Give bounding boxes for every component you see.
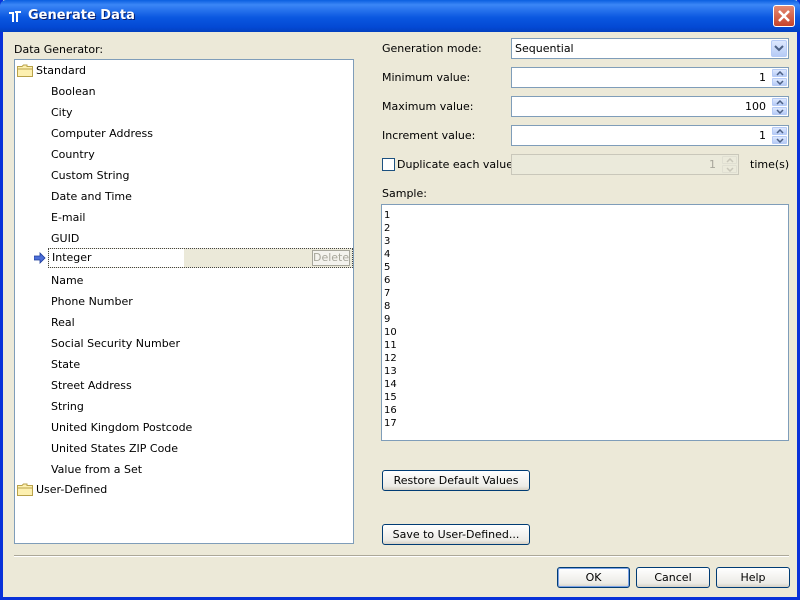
tree-item[interactable]: Phone Number [51, 291, 133, 312]
sample-line: 1 [384, 210, 391, 221]
arrow-down-icon [726, 167, 734, 172]
spin-down-button[interactable] [772, 136, 787, 144]
tree-item[interactable]: Date and Time [51, 186, 132, 207]
times-label: time(s) [750, 158, 790, 171]
cancel-button[interactable]: Cancel [636, 567, 710, 588]
sample-line: 14 [384, 379, 397, 390]
folder-standard-label: Standard [36, 64, 87, 77]
tree-item[interactable]: GUID [51, 228, 79, 249]
minimum-value-input[interactable]: 1 [511, 67, 789, 88]
tree-item[interactable]: State [51, 354, 80, 375]
spin-down-button [722, 165, 737, 173]
app-icon [9, 11, 21, 22]
title-bar[interactable]: Generate Data [0, 0, 800, 32]
maximum-value: 100 [745, 100, 766, 113]
duplicate-count-value: 1 [709, 158, 716, 171]
spin-down-button[interactable] [772, 78, 787, 86]
ok-button[interactable]: OK [557, 567, 630, 588]
minimum-value: 1 [759, 71, 766, 84]
sample-line: 3 [384, 236, 391, 247]
duplicate-count-input: 1 [511, 154, 739, 175]
tree-item[interactable]: E-mail [51, 207, 86, 228]
tree-item[interactable]: Boolean [51, 81, 96, 102]
arrow-down-icon [776, 109, 784, 114]
sample-output[interactable]: 1 2 3 4 5 6 7 8 9 10 11 12 13 14 15 16 17 [381, 204, 789, 441]
window-title: Generate Data [28, 8, 135, 23]
data-generator-label: Data Generator: [14, 43, 104, 56]
tree-item[interactable]: City [51, 102, 73, 123]
sample-line: 4 [384, 249, 391, 260]
duplicate-each-value-checkbox[interactable] [382, 158, 395, 171]
save-to-user-defined-button[interactable]: Save to User-Defined... [382, 524, 530, 545]
sample-line: 5 [384, 262, 391, 273]
arrow-up-icon [776, 71, 784, 76]
increment-value-input[interactable]: 1 [511, 125, 789, 146]
sample-label: Sample: [382, 187, 427, 200]
sample-line: 17 [384, 418, 397, 429]
sample-line: 16 [384, 405, 397, 416]
tree-item-label: Integer [52, 251, 92, 264]
folder-user-defined-label: User-Defined [36, 483, 108, 496]
tree-item[interactable]: Country [51, 144, 95, 165]
separator [14, 555, 789, 557]
increment-value-label: Increment value: [382, 129, 476, 142]
generation-mode-value: Sequential [515, 42, 574, 55]
selected-arrow-icon [34, 252, 46, 264]
maximum-spinner[interactable] [772, 98, 787, 115]
sample-line: 7 [384, 288, 391, 299]
tree-item[interactable]: String [51, 396, 84, 417]
generation-mode-label: Generation mode: [382, 42, 482, 55]
tree-item[interactable]: Social Security Number [51, 333, 180, 354]
tree-item[interactable]: Value from a Set [51, 459, 142, 480]
sample-line: 10 [384, 327, 397, 338]
tree-item-integer-selected[interactable]: Integer Delete [48, 248, 353, 268]
arrow-up-icon [726, 158, 734, 163]
tree-item[interactable]: Real [51, 312, 75, 333]
maximum-value-label: Maximum value: [382, 100, 474, 113]
arrow-up-icon [776, 100, 784, 105]
sample-line: 9 [384, 314, 391, 325]
tree-item[interactable]: United Kingdom Postcode [51, 417, 192, 438]
sample-line: 6 [384, 275, 391, 286]
minimum-spinner[interactable] [772, 69, 787, 86]
help-button[interactable]: Help [716, 567, 790, 588]
restore-default-values-button[interactable]: Restore Default Values [382, 470, 530, 491]
spin-up-button[interactable] [772, 127, 787, 135]
tree-item[interactable]: Street Address [51, 375, 132, 396]
delete-button[interactable]: Delete [312, 250, 350, 266]
sample-line: 12 [384, 353, 397, 364]
data-generator-tree[interactable]: Standard Boolean City Computer Address Coun… [14, 59, 354, 544]
arrow-up-icon [776, 129, 784, 134]
tree-item[interactable]: Name [51, 270, 83, 291]
folder-icon [17, 483, 33, 496]
duplicate-each-value-label: Duplicate each value [397, 158, 513, 171]
maximum-value-input[interactable]: 100 [511, 96, 789, 117]
tree-item[interactable]: Computer Address [51, 123, 153, 144]
increment-spinner[interactable] [772, 127, 787, 144]
dropdown-button[interactable] [771, 40, 787, 57]
tree-item[interactable]: Custom String [51, 165, 129, 186]
folder-icon [17, 64, 33, 77]
spin-up-button[interactable] [772, 98, 787, 106]
close-icon [778, 10, 790, 22]
sample-line: 11 [384, 340, 397, 351]
duplicate-spinner [722, 156, 737, 173]
generate-data-dialog: Generate Data Data Generator: Standard B… [0, 0, 800, 600]
increment-value: 1 [759, 129, 766, 142]
arrow-down-icon [776, 80, 784, 85]
sample-line: 2 [384, 223, 391, 234]
spin-up-button [722, 156, 737, 164]
close-button[interactable] [773, 5, 795, 27]
chevron-down-icon [774, 45, 784, 52]
spin-up-button[interactable] [772, 69, 787, 77]
generation-mode-select[interactable]: Sequential [511, 38, 789, 59]
sample-line: 13 [384, 366, 397, 377]
arrow-down-icon [776, 138, 784, 143]
tree-item[interactable]: United States ZIP Code [51, 438, 178, 459]
minimum-value-label: Minimum value: [382, 71, 471, 84]
sample-line: 15 [384, 392, 397, 403]
sample-line: 8 [384, 301, 391, 312]
spin-down-button[interactable] [772, 107, 787, 115]
